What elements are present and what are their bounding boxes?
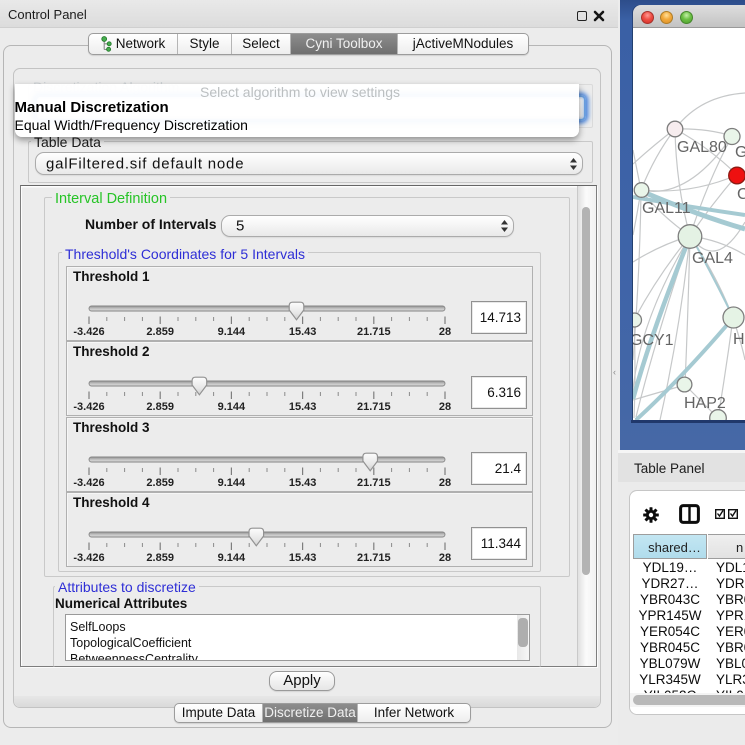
svg-text:GAL80: GAL80 — [677, 139, 727, 156]
svg-text:HI: HI — [733, 331, 745, 348]
svg-text:GCY1: GCY1 — [633, 332, 674, 349]
svg-text:GAL11: GAL11 — [642, 200, 691, 217]
svg-text:C: C — [737, 186, 745, 203]
svg-text:GA: GA — [735, 144, 745, 161]
svg-text:HAP2: HAP2 — [684, 395, 726, 412]
svg-text:GAL4: GAL4 — [692, 250, 733, 267]
